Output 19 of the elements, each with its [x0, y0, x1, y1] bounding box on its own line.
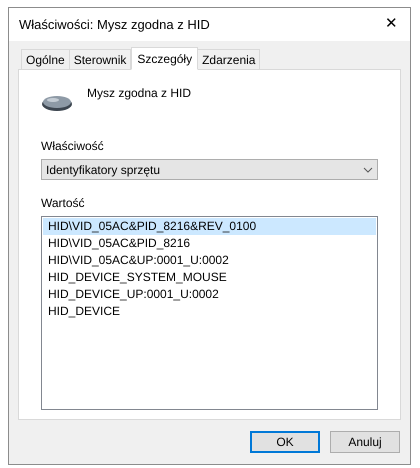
list-item[interactable]: HID\VID_05AC&PID_8216	[43, 235, 376, 252]
cancel-button[interactable]: Anuluj	[330, 431, 400, 453]
device-name: Mysz zgodna z HID	[87, 85, 192, 102]
window-title: Właściwości: Mysz zgodna z HID	[19, 16, 210, 34]
tab[interactable]: Zdarzenia	[197, 49, 260, 69]
tab[interactable]: Szczegóły	[131, 47, 198, 70]
list-item[interactable]: HID_DEVICE_SYSTEM_MOUSE	[43, 269, 376, 286]
close-button[interactable]: ✕	[381, 13, 402, 36]
tab[interactable]: Sterownik	[68, 49, 132, 69]
list-item[interactable]: HID\VID_05AC&UP:0001_U:0002	[43, 252, 376, 269]
property-dropdown[interactable]: Identyfikatory sprzętu	[41, 159, 378, 180]
ok-button[interactable]: OK	[250, 431, 320, 453]
property-label: Właściwość	[41, 138, 105, 155]
list-item[interactable]: HID_DEVICE_UP:0001_U:0002	[43, 286, 376, 303]
chevron-down-icon	[363, 166, 373, 172]
value-label: Wartość	[41, 195, 86, 212]
list-item[interactable]: HID_DEVICE	[43, 303, 376, 320]
list-item[interactable]: HID\VID_05AC&PID_8216&REV_0100	[43, 218, 376, 235]
tab[interactable]: Ogólne	[21, 49, 70, 69]
